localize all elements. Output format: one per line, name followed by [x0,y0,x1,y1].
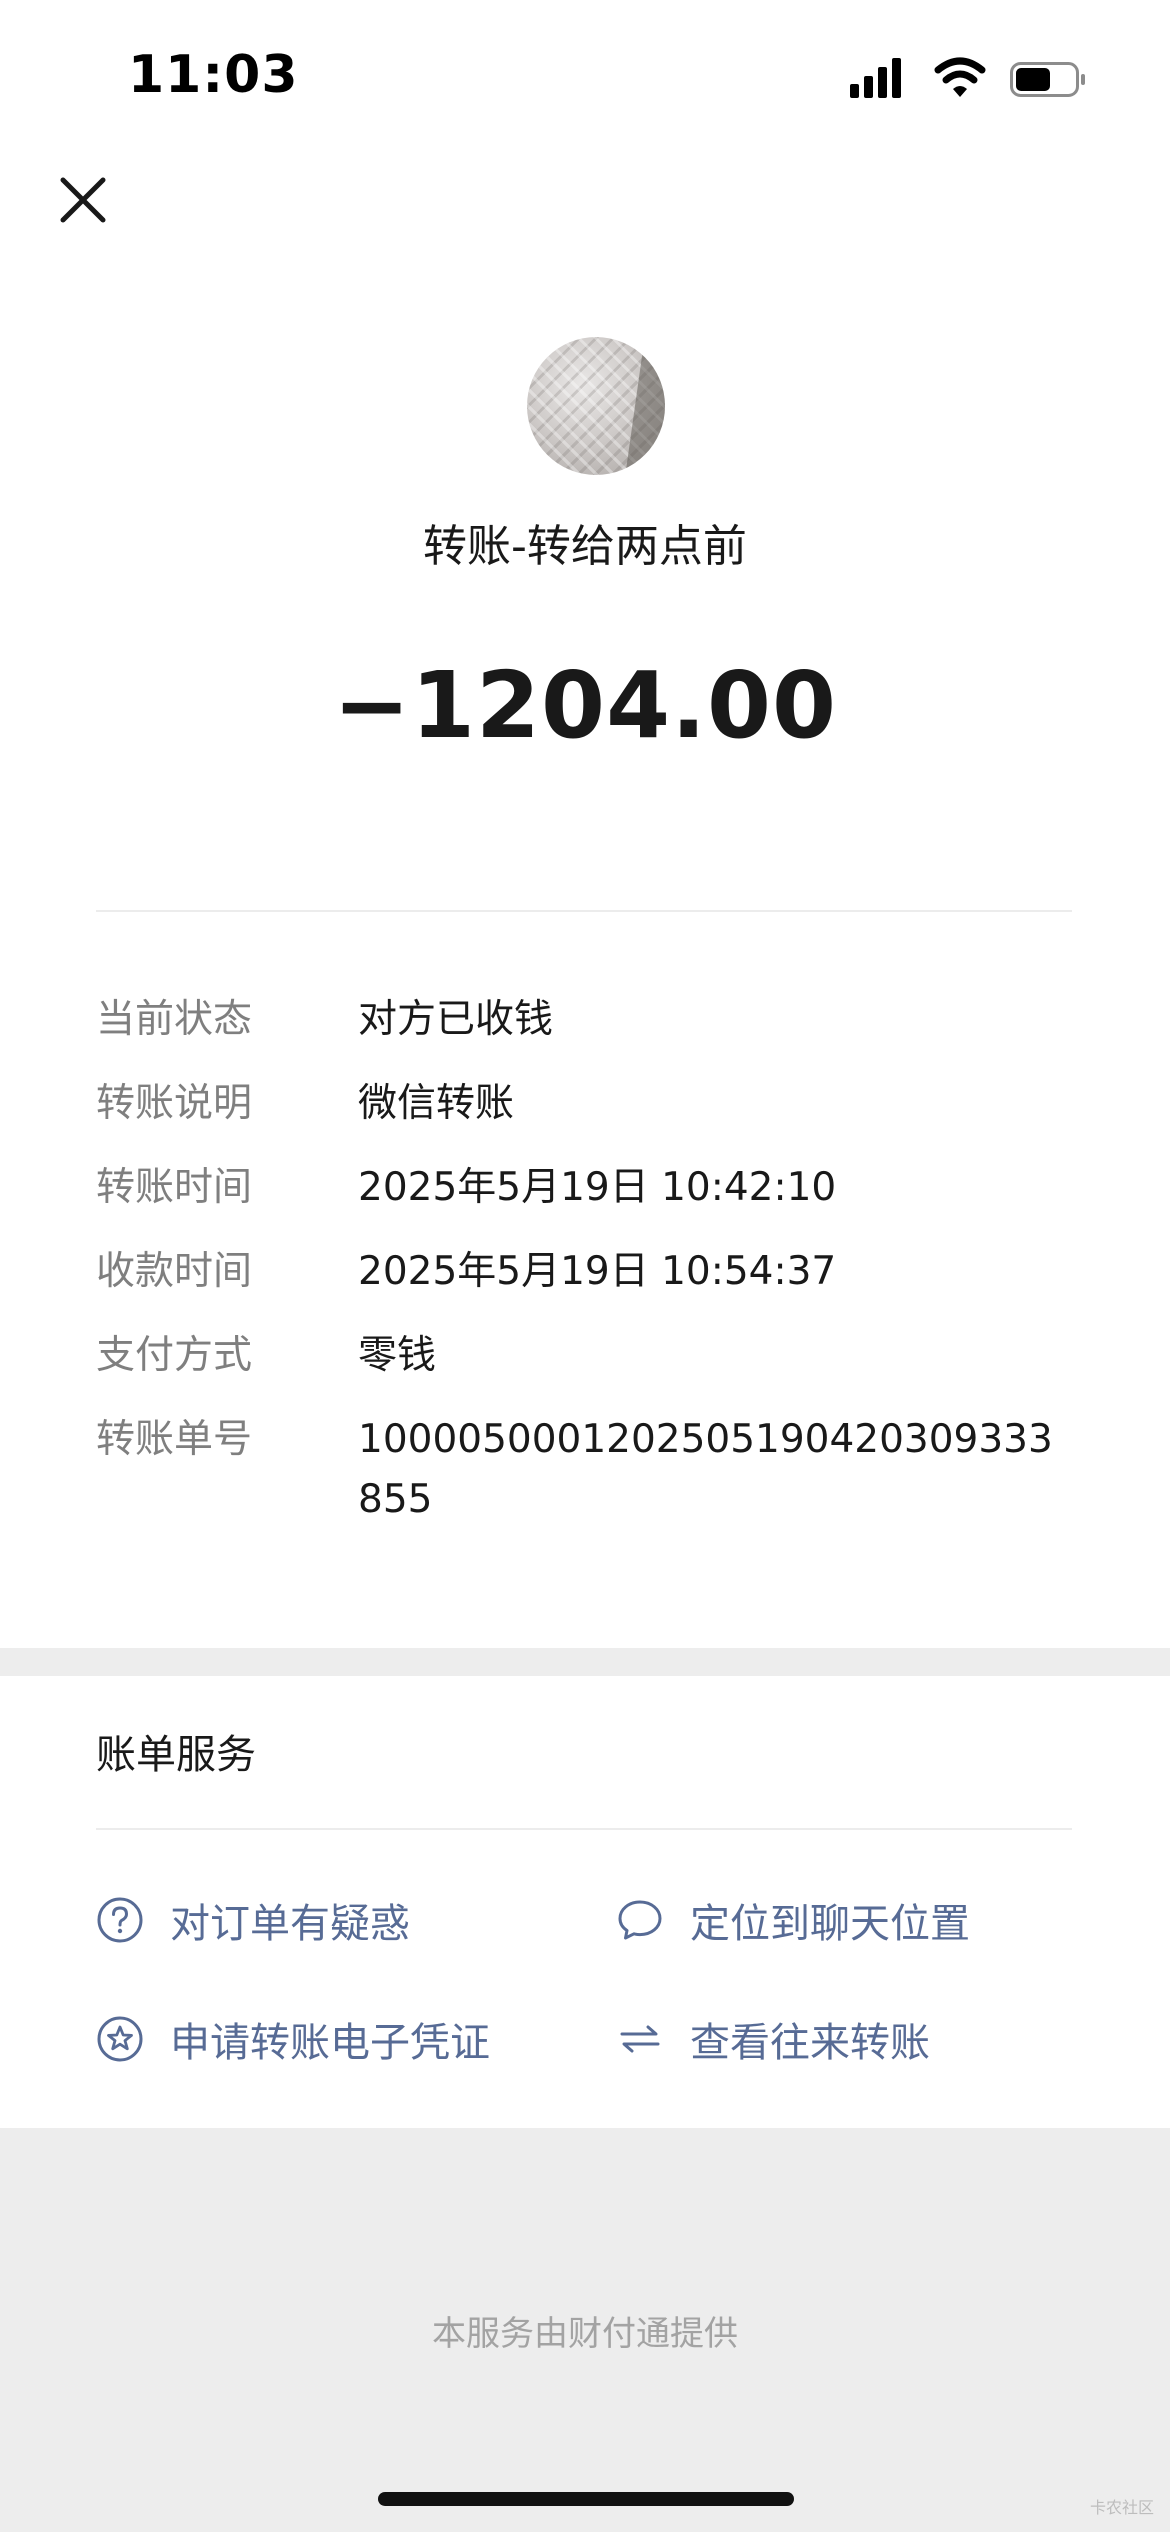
detail-value: 微信转账 [358,1081,515,1126]
detail-label: 转账单号 [96,1417,253,1462]
wifi-icon [934,57,986,97]
detail-label: 收款时间 [96,1249,253,1294]
transfer-amount: −1204.00 [332,652,838,759]
view-transfers-link[interactable]: 查看往来转账 [616,2009,930,2069]
section-separator [0,1648,1170,1676]
detail-value: 2025年5月19日 10:54:37 [358,1249,837,1294]
chat-bubble-icon [618,1900,662,1940]
divider [96,910,1072,912]
service-link-label: 对订单有疑惑 [170,1901,410,1947]
detail-label: 当前状态 [96,997,253,1042]
footer: 本服务由财付通提供 卡农社区 [0,2128,1170,2532]
detail-label: 支付方式 [96,1333,253,1378]
signal-icon [850,58,901,98]
payee-avatar [527,337,665,475]
divider [96,1828,1072,1830]
transfer-number-value: 1000050001202505190420309333855 [358,1417,1053,1522]
watermark: 卡农社区 [1089,2498,1154,2517]
home-indicator[interactable] [378,2492,794,2506]
star-circle-icon [97,2016,143,2062]
close-icon [60,177,106,223]
detail-value: 2025年5月19日 10:42:10 [358,1165,837,1210]
status-time: 11:03 [128,45,299,105]
close-button[interactable] [48,165,118,235]
provider-text: 本服务由财付通提供 [432,2314,738,2354]
status-icons [850,57,1085,98]
locate-chat-link[interactable]: 定位到聊天位置 [616,1890,970,1950]
swap-arrows-icon [620,2025,660,2053]
service-link-label: 申请转账电子凭证 [170,2020,490,2066]
service-link-label: 定位到聊天位置 [690,1901,970,1947]
order-question-link[interactable]: 对订单有疑惑 [96,1890,410,1950]
battery-icon [1010,62,1085,97]
transfer-title: 转账-转给两点前 [423,521,747,572]
detail-label: 转账时间 [96,1165,253,1210]
question-circle-icon [97,1897,143,1943]
detail-value: 零钱 [358,1333,437,1378]
detail-value: 对方已收钱 [358,997,554,1042]
status-bar: 11:03 [0,0,1170,150]
apply-voucher-link[interactable]: 申请转账电子凭证 [96,2009,490,2069]
detail-label: 转账说明 [96,1081,253,1126]
services-title: 账单服务 [96,1732,256,1778]
service-link-label: 查看往来转账 [690,2020,930,2066]
